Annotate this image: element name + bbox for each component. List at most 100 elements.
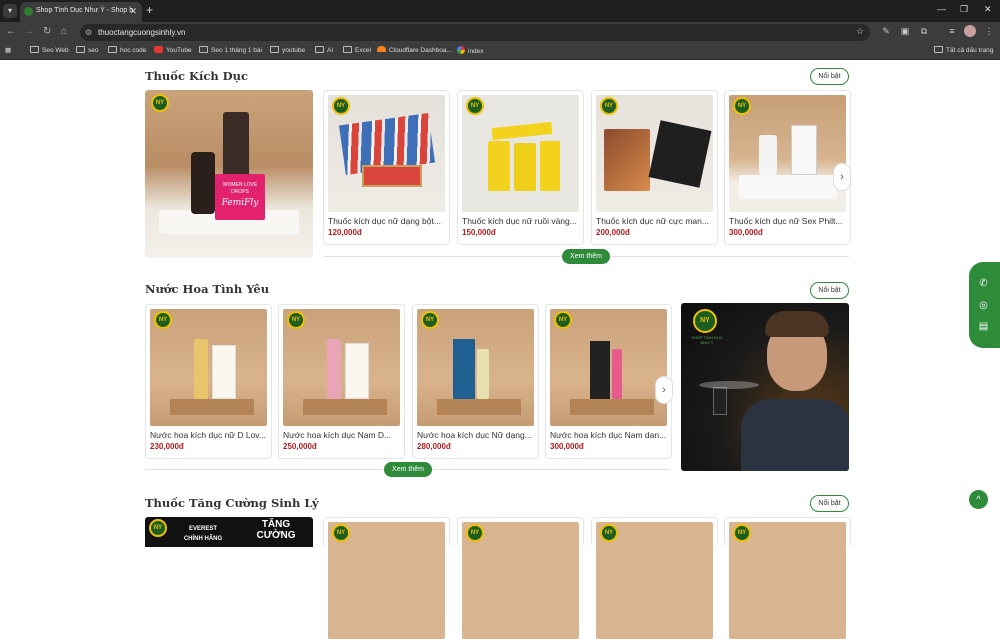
bookmark-ai[interactable]: AI: [315, 46, 333, 56]
shop-logo: NY: [600, 524, 618, 542]
shop-logo: NY: [600, 97, 618, 115]
site-info-icon[interactable]: ⚙: [85, 24, 92, 41]
perfume-man-banner[interactable]: NY SHOP TÌNH DỤC NHƯ Ý: [681, 303, 849, 471]
product-card[interactable]: NY Thuốc kích dục nữ Sex Philt... 300,00…: [724, 90, 851, 245]
bookmark-index[interactable]: index: [457, 46, 484, 57]
google-icon: [457, 46, 465, 54]
carousel-next-arrow[interactable]: ›: [655, 376, 673, 404]
phone-icon[interactable]: ✆: [976, 276, 991, 291]
sachet-packets: [648, 120, 712, 188]
new-tab-button[interactable]: +: [146, 2, 153, 18]
product-card[interactable]: NY Nước hoa kích dục Nam dan... 300,000đ: [545, 304, 672, 459]
product-name[interactable]: Thuốc kích dục nữ dạng bột...: [328, 216, 447, 226]
product-price: 230,000đ: [150, 442, 184, 451]
man-hair: [765, 311, 829, 337]
product-name[interactable]: Nước hoa kích dục Nữ dạng...: [417, 430, 536, 440]
product-price: 300,000đ: [729, 228, 763, 237]
logo-caption: SHOP TÌNH DỤC NHƯ Ý: [691, 335, 723, 345]
bookmark-youtube-folder[interactable]: youtube: [270, 46, 305, 56]
contact-widget: ✆ ◎ ▤: [969, 262, 1000, 348]
product-name[interactable]: Thuốc kích dục nữ Sex Philt...: [729, 216, 848, 226]
perfume-bottle: [612, 349, 622, 399]
perfume-bottle: [477, 349, 489, 399]
shop-logo: NY: [151, 94, 169, 112]
bookmark-excel[interactable]: Excel: [343, 46, 371, 56]
forward-icon[interactable]: →: [24, 26, 34, 38]
featured-button[interactable]: Nổi bật: [810, 495, 849, 512]
featured-button[interactable]: Nổi bật: [810, 68, 849, 85]
apps-grid-icon[interactable]: ▦: [5, 46, 11, 56]
shop-logo: NY: [149, 519, 167, 537]
product-card[interactable]: NY Thuốc kích dục nữ ruồi vàng... 150,00…: [457, 90, 584, 245]
minimize-icon[interactable]: —: [937, 4, 946, 14]
product-image: NY: [150, 309, 267, 426]
section-title-sinh-ly: Thuốc Tăng Cường Sinh Lý: [145, 496, 319, 510]
pedestal: [170, 399, 254, 415]
section-title-kich-duc: Thuốc Kích Dục: [145, 69, 249, 83]
active-tab[interactable]: Shop Tình Dục Như Ý - Shop b ✕: [20, 2, 142, 22]
bookmark-cloudflare[interactable]: Cloudflare Dashboa...: [377, 46, 452, 56]
bookmark-seo[interactable]: seo: [76, 46, 98, 56]
product-box: [345, 343, 369, 399]
home-icon[interactable]: ⌂: [61, 26, 67, 38]
profile-avatar[interactable]: [964, 25, 976, 37]
tab-title: Shop Tình Dục Như Ý - Shop b: [36, 7, 134, 14]
shop-logo: NY: [693, 309, 717, 333]
scroll-to-top-button[interactable]: ^: [969, 490, 988, 509]
bookmark-youtube[interactable]: YouTube: [154, 46, 192, 56]
product-name[interactable]: Nước hoa kích dục Nam dan...: [550, 430, 669, 440]
product-name[interactable]: Thuốc kích dục nữ ruồi vàng...: [462, 216, 581, 226]
folder-icon: [108, 46, 117, 53]
extension-camera-icon[interactable]: ▣: [899, 25, 911, 37]
product-name[interactable]: Nước hoa kích dục Nam D...: [283, 430, 402, 440]
product-card[interactable]: NY Nước hoa kích dục nữ D Lov... 230,000…: [145, 304, 272, 459]
extension-pen-icon[interactable]: ✎: [880, 25, 892, 37]
section-title-nuoc-hoa: Nước Hoa Tình Yêu: [145, 282, 270, 296]
shop-logo: NY: [421, 311, 439, 329]
shop-logo: NY: [332, 97, 350, 115]
url-field[interactable]: ⚙ thuoctangcuongsinhly.vn: [80, 24, 870, 41]
product-card[interactable]: NY Nước hoa kích dục Nữ dạng... 280,000đ: [412, 304, 539, 459]
product-card[interactable]: NY Nước hoa kích dục Nam D... 250,000đ: [278, 304, 405, 459]
reload-icon[interactable]: ↻: [43, 26, 51, 38]
product-box: [212, 345, 236, 399]
product-box: [590, 341, 610, 399]
tab-bar: ▾ Shop Tình Dục Như Ý - Shop b ✕ + — ❐ ✕: [0, 0, 1000, 22]
messenger-icon[interactable]: ◎: [976, 298, 991, 313]
media-icon[interactable]: ≡: [946, 25, 958, 37]
featured-button[interactable]: Nổi bật: [810, 282, 849, 299]
folder-icon: [315, 46, 324, 53]
all-bookmarks[interactable]: Tất cả dấu trang: [934, 46, 993, 56]
carousel-next-arrow[interactable]: ›: [833, 163, 851, 191]
product-price: 150,000đ: [462, 228, 496, 237]
close-window-icon[interactable]: ✕: [984, 4, 992, 15]
perfume-bottle: [327, 339, 341, 399]
tab-search-button[interactable]: ▾: [3, 4, 17, 18]
view-more-button[interactable]: Xem thêm: [562, 249, 610, 264]
pedestal: [437, 399, 521, 415]
extensions-icon[interactable]: ⧉: [918, 25, 930, 37]
page-content: Thuốc Kích Dục Nổi bật NY WOMEN LOVE DRO…: [0, 61, 1000, 639]
folder-icon: [30, 46, 39, 53]
pedestal: [303, 399, 387, 415]
bookmark-seo-web[interactable]: Seo Web: [30, 46, 69, 56]
folder-icon: [199, 46, 208, 53]
bookmark-star-icon[interactable]: ☆: [854, 25, 866, 37]
maximize-icon[interactable]: ❐: [960, 4, 968, 15]
close-tab-icon[interactable]: ✕: [129, 2, 137, 20]
bookmark-hoc-code[interactable]: hoc code: [108, 46, 146, 56]
product-name[interactable]: Thuốc kích dục nữ cực man...: [596, 216, 715, 226]
product-card[interactable]: NY Thuốc kích dục nữ dạng bột... 120,000…: [323, 90, 450, 245]
shop-logo: NY: [554, 311, 572, 329]
femifly-banner[interactable]: NY WOMEN LOVE DROPS FemiFly: [145, 90, 313, 258]
url-text: thuoctangcuongsinhly.vn: [98, 28, 186, 37]
product-card[interactable]: NY Thuốc kích dục nữ cực man... 200,000đ: [591, 90, 718, 245]
view-more-button[interactable]: Xem thêm: [384, 462, 432, 477]
zalo-icon[interactable]: ▤: [976, 319, 991, 334]
menu-icon[interactable]: ⋮: [983, 25, 995, 37]
back-icon[interactable]: ←: [6, 26, 16, 38]
product-name[interactable]: Nước hoa kích dục nữ D Lov...: [150, 430, 269, 440]
product-price: 120,000đ: [328, 228, 362, 237]
bookmark-seo-1-thang[interactable]: Seo 1 tháng 1 bài: [199, 46, 262, 56]
sachet-packets: [488, 141, 510, 191]
